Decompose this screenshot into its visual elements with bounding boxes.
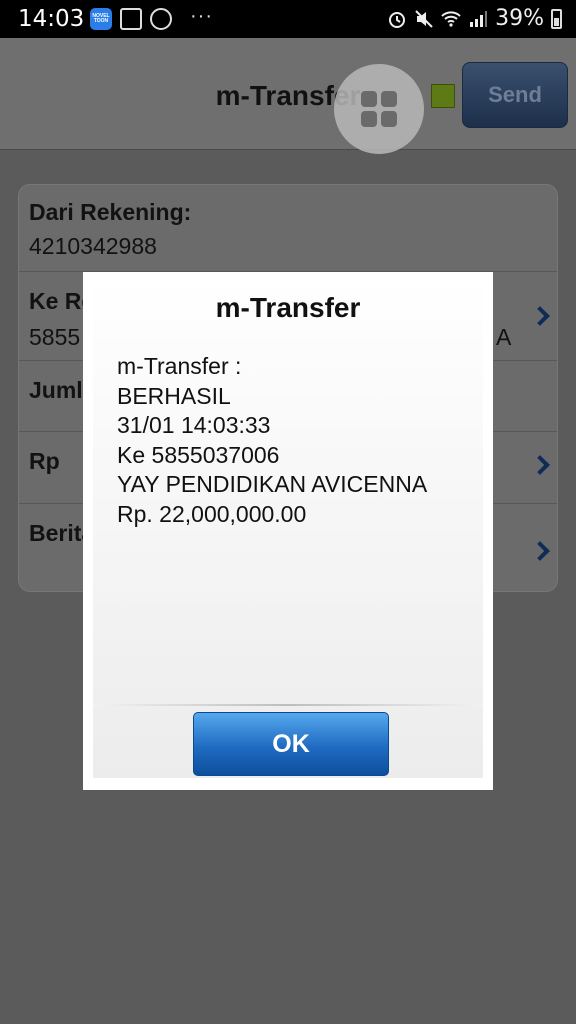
mute-icon bbox=[415, 9, 433, 28]
from-account-value: 4210342988 bbox=[29, 233, 157, 259]
app-header: m-Transfer Send bbox=[0, 38, 576, 154]
dialog-body: m-Transfer m-Transfer : BERHASIL 31/01 1… bbox=[93, 280, 483, 778]
grid-icon bbox=[361, 91, 377, 107]
from-account-row: Dari Rekening: 4210342988 bbox=[19, 185, 557, 272]
chevron-right-icon bbox=[530, 455, 550, 475]
gallery-icon bbox=[120, 8, 142, 30]
novel-toon-app-icon: NOVEL TOON bbox=[90, 8, 112, 30]
message-line: 31/01 14:03:33 bbox=[117, 412, 271, 438]
to-account-value: 5855 bbox=[29, 324, 81, 350]
to-account-name: A bbox=[496, 324, 512, 350]
connection-status-indicator bbox=[431, 84, 455, 108]
chevron-right-icon bbox=[530, 306, 550, 326]
wifi-icon bbox=[441, 10, 461, 27]
messenger-icon bbox=[150, 8, 172, 30]
system-icons: 39% bbox=[387, 6, 562, 31]
from-account-label: Dari Rekening: bbox=[29, 199, 192, 225]
dialog-message: m-Transfer : BERHASIL 31/01 14:03:33 Ke … bbox=[117, 352, 427, 529]
signal-icon bbox=[470, 10, 488, 27]
transfer-result-dialog: m-Transfer m-Transfer : BERHASIL 31/01 1… bbox=[83, 272, 493, 790]
dialog-divider bbox=[93, 704, 483, 706]
message-line: Rp. 22,000,000.00 bbox=[117, 500, 307, 527]
message-line: m-Transfer : bbox=[117, 353, 242, 379]
status-time: 14:03 bbox=[18, 6, 85, 32]
dialog-title: m-Transfer bbox=[215, 292, 361, 323]
status-bar: 14:03 NOVEL TOON ··· 39% bbox=[0, 0, 576, 38]
send-button[interactable]: Send bbox=[462, 62, 568, 128]
more-notifications-icon: ··· bbox=[190, 4, 213, 27]
ok-button[interactable]: OK bbox=[193, 712, 389, 776]
chevron-right-icon bbox=[530, 541, 550, 561]
battery-percent: 39% bbox=[495, 6, 544, 31]
notification-icons: NOVEL TOON ··· bbox=[90, 4, 213, 30]
battery-icon bbox=[551, 8, 562, 29]
rp-label: Rp bbox=[29, 448, 60, 474]
amount-label: Juml bbox=[29, 377, 83, 403]
message-line: Ke 5855037006 bbox=[117, 441, 280, 468]
alarm-icon bbox=[389, 11, 406, 28]
message-line: YAY PENDIDIKAN AVICENNA bbox=[117, 471, 428, 497]
floating-menu-button[interactable] bbox=[334, 64, 424, 154]
message-line: BERHASIL bbox=[117, 382, 231, 409]
